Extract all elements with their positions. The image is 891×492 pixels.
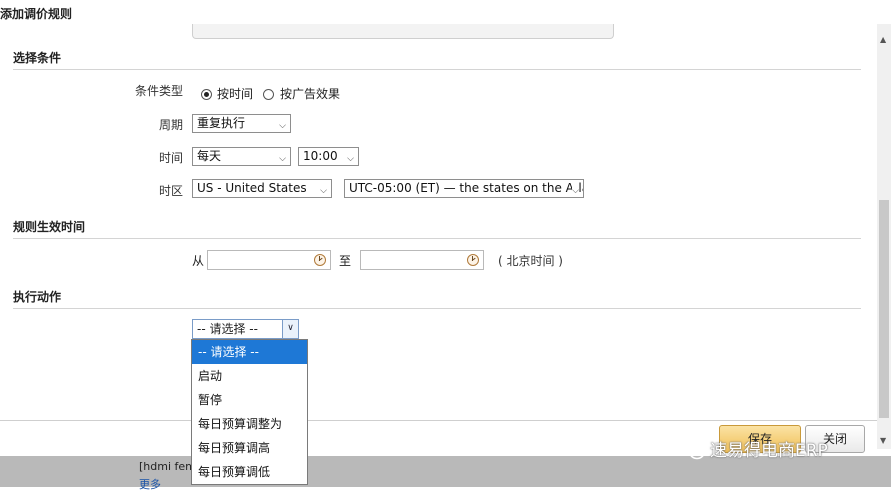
dropdown-option-raise-daily-budget[interactable]: 每日预算调高 — [192, 436, 307, 460]
footer-divider — [0, 420, 877, 421]
section-title-conditions: 选择条件 — [13, 51, 62, 65]
background-more-link[interactable]: 更多 — [139, 476, 161, 492]
timezone-zone-select[interactable]: UTC-05:00 (ET) — the states on the Atla … — [344, 179, 584, 198]
scroll-up-icon[interactable]: ▲ — [880, 35, 886, 44]
chevron-down-icon: ⌵ — [572, 183, 579, 197]
dropdown-option-please-select[interactable]: -- 请选择 -- — [192, 340, 307, 364]
chevron-down-icon: ⌵ — [279, 154, 286, 164]
beijing-time-note: ( 北京时间 ) — [498, 254, 563, 268]
previous-field-bottom — [192, 24, 614, 39]
wechat-icon — [682, 442, 704, 460]
dialog-title: 添加调价规则 — [0, 7, 73, 21]
timezone-label: 时区 — [158, 184, 183, 198]
dropdown-option-lower-daily-budget[interactable]: 每日预算调低 — [192, 460, 307, 484]
dropdown-option-start[interactable]: 启动 — [192, 364, 307, 388]
start-date-input[interactable] — [207, 250, 331, 270]
dropdown-option-pause[interactable]: 暂停 — [192, 388, 307, 412]
from-label: 从 — [192, 254, 205, 268]
timezone-country-select[interactable]: US - United States ⌵ — [192, 179, 332, 198]
action-select[interactable]: -- 请选择 -- ∨ — [192, 319, 299, 339]
period-select[interactable]: 重复执行 ⌵ — [192, 114, 291, 133]
timezone-zone-value: UTC-05:00 (ET) — the states on the Atla — [349, 181, 584, 195]
radio-by-ad-performance-label[interactable]: 按广告效果 — [280, 85, 340, 102]
background-text: [hdmi fem — [139, 460, 196, 473]
radio-by-time-label[interactable]: 按时间 — [217, 85, 253, 102]
condition-type-label: 条件类型 — [134, 84, 183, 98]
divider — [13, 238, 861, 239]
time-label: 时间 — [158, 151, 183, 165]
scrollbar-thumb[interactable] — [879, 200, 889, 418]
chevron-down-icon: ⌵ — [320, 186, 327, 196]
time-hour-value: 10:00 — [303, 149, 338, 163]
section-title-action: 执行动作 — [13, 290, 62, 304]
time-frequency-value: 每天 — [197, 149, 222, 163]
section-title-effective-time: 规则生效时间 — [13, 220, 86, 234]
action-select-value: -- 请选择 -- — [197, 322, 258, 336]
chevron-down-icon[interactable]: ∨ — [282, 320, 298, 338]
divider — [13, 308, 861, 309]
time-frequency-select[interactable]: 每天 ⌵ — [192, 147, 291, 166]
clock-icon[interactable] — [467, 254, 479, 266]
chevron-down-icon: ⌵ — [279, 121, 286, 131]
divider — [13, 69, 861, 70]
radio-by-ad-performance[interactable] — [263, 89, 274, 100]
to-label: 至 — [339, 254, 352, 268]
time-hour-select[interactable]: 10:00 ⌵ — [298, 147, 359, 166]
radio-by-time[interactable] — [201, 89, 212, 100]
watermark-text: 速易得电商ERP — [710, 441, 828, 461]
end-date-input[interactable] — [360, 250, 484, 270]
timezone-country-value: US - United States — [197, 181, 307, 195]
dropdown-option-set-daily-budget[interactable]: 每日预算调整为 — [192, 412, 307, 436]
period-select-value: 重复执行 — [197, 116, 246, 130]
action-dropdown-list: -- 请选择 -- 启动 暂停 每日预算调整为 每日预算调高 每日预算调低 — [191, 339, 308, 485]
period-label: 周期 — [158, 118, 183, 132]
clock-icon[interactable] — [314, 254, 326, 266]
watermark: 速易得电商ERP — [682, 436, 882, 464]
chevron-down-icon: ⌵ — [347, 154, 354, 164]
